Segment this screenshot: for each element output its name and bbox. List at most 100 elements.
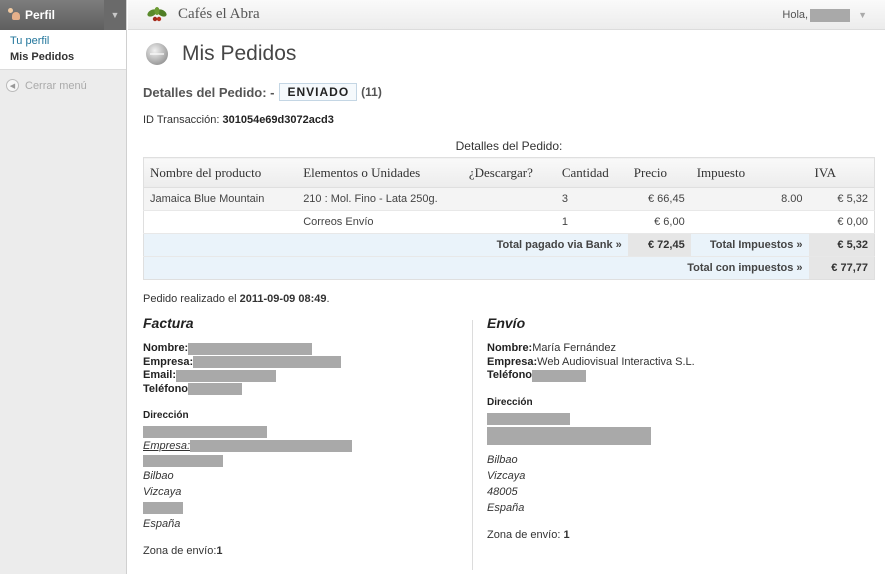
- placed-label: Pedido realizado el: [143, 293, 237, 305]
- shipping-title: Envío: [487, 315, 526, 331]
- address-columns: Factura Nombre: Empresa: Email: Teléfono…: [143, 315, 875, 574]
- redacted-username: [810, 8, 851, 22]
- table-cell: 8.00: [690, 187, 809, 211]
- table-header-row: Nombre del producto Elementos o Unidades…: [143, 157, 875, 188]
- top-admin-bar: Cafés el Abra Hola, ▼: [128, 0, 885, 30]
- menu-toggle-arrow-icon[interactable]: ▼: [104, 0, 126, 30]
- zone-label: Zona de envío:: [487, 528, 561, 541]
- billing-title: Factura: [143, 315, 194, 331]
- table-cell: [462, 187, 556, 211]
- billing-address-label: Dirección: [143, 410, 189, 421]
- zone-value: 1: [563, 528, 570, 541]
- billing-section: Factura Nombre: Empresa: Email: Teléfono…: [143, 315, 463, 557]
- sidebar-menu-profile[interactable]: Perfil ▼: [0, 0, 126, 30]
- redacted-value: [143, 502, 183, 514]
- table-row: Correos Envío 1 € 6,00 € 0,00: [143, 210, 875, 234]
- field-label: Nombre:: [143, 342, 189, 354]
- total-paid-value: € 72,45: [627, 233, 691, 257]
- field-label: Teléfono: [143, 382, 189, 395]
- billing-company-line: Empresa:: [143, 438, 463, 454]
- shipping-phone-field: Teléfono: [487, 369, 847, 383]
- zone-label: Zona de envío:: [143, 545, 217, 557]
- status-badge: ENVIADO: [279, 83, 358, 101]
- billing-phone-field: Teléfono: [143, 383, 463, 397]
- redacted-value: [190, 440, 353, 452]
- redacted-value: [487, 426, 651, 445]
- redacted-value: [188, 383, 243, 396]
- billing-email-field: Email:: [143, 369, 463, 383]
- shipping-company-field: Empresa: Web Audiovisual Interactiva S.L.: [487, 356, 847, 370]
- column-header: Elementos o Unidades: [297, 157, 463, 188]
- shipping-zone: Zona de envío: 1: [487, 529, 847, 541]
- column-header: ¿Descargar?: [462, 157, 556, 188]
- transaction-id-line: ID Transacción: 301054e69d3072acd3: [143, 114, 875, 126]
- sidebar-item-mis-pedidos[interactable]: Mis Pedidos: [0, 49, 126, 65]
- order-details-heading: Detalles del Pedido: - ENVIADO (11): [143, 83, 875, 101]
- shipping-city: Bilbao: [487, 453, 518, 466]
- page-title: Mis Pedidos: [182, 42, 297, 65]
- company-line-label: Empresa:: [143, 440, 191, 452]
- table-caption: Detalles del Pedido:: [455, 139, 563, 153]
- placed-date: 2011-09-09 08:49: [239, 293, 327, 305]
- main-content: Mis Pedidos Detalles del Pedido: - ENVIA…: [143, 30, 875, 574]
- field-label: Email:: [143, 369, 177, 381]
- billing-zone: Zona de envío:1: [143, 545, 463, 557]
- chevron-down-icon[interactable]: ▼: [858, 10, 867, 20]
- table-cell: 3: [555, 187, 628, 211]
- transaction-id: 301054e69d3072acd3: [222, 114, 334, 126]
- total-tax-value: € 5,32: [808, 233, 875, 257]
- table-cell: € 66,45: [627, 187, 691, 211]
- column-header: Cantidad: [555, 157, 628, 188]
- table-cell: [690, 210, 809, 234]
- transaction-label: ID Transacción:: [143, 114, 220, 126]
- shipping-province: Vizcaya: [487, 469, 526, 482]
- redacted-value: [176, 369, 277, 382]
- redacted-value: [143, 455, 223, 467]
- order-items-table: Nombre del producto Elementos o Unidades…: [143, 157, 875, 280]
- sidebar-header-label: Perfil: [25, 8, 56, 22]
- page-header: Mis Pedidos: [143, 32, 875, 76]
- table-cell: € 6,00: [627, 210, 691, 234]
- sidebar-item-tu-perfil[interactable]: Tu perfil: [0, 33, 126, 49]
- user-greeting[interactable]: Hola, ▼: [782, 0, 867, 30]
- grand-total-value: € 77,77: [808, 256, 875, 280]
- order-count: (11): [361, 85, 382, 99]
- shipping-country: España: [487, 501, 525, 514]
- zone-value: 1: [216, 545, 223, 557]
- collapse-menu-label: Cerrar menú: [25, 79, 87, 92]
- billing-address-line: [143, 425, 463, 438]
- field-label: Nombre:: [487, 342, 533, 354]
- field-value: Web Audiovisual Interactiva S.L.: [537, 355, 695, 368]
- redacted-value: [532, 369, 587, 382]
- column-header: IVA: [808, 157, 875, 188]
- totals-row-grand: Total con impuestos » € 77,77: [143, 256, 875, 280]
- total-paid-label: Total pagado via Bank »: [143, 233, 628, 257]
- totals-row-paid: Total pagado via Bank » € 72,45 Total Im…: [143, 233, 875, 257]
- field-value: María Fernández: [532, 342, 616, 354]
- placed-suffix: .: [326, 293, 330, 305]
- shipping-address-line: [487, 426, 847, 446]
- billing-name-field: Nombre:: [143, 342, 463, 356]
- field-label: Empresa:: [143, 355, 194, 368]
- column-header: Nombre del producto: [143, 157, 298, 188]
- collapse-menu-button[interactable]: ◀ Cerrar menú: [0, 70, 126, 101]
- table-cell: 210 : Mol. Fino - Lata 250g.: [297, 187, 463, 211]
- column-header: Precio: [627, 157, 691, 188]
- site-title[interactable]: Cafés el Abra: [178, 6, 260, 23]
- total-tax-label: Total Impuestos »: [690, 233, 809, 257]
- redacted-value: [193, 356, 342, 369]
- shipping-postcode: 48005: [487, 485, 518, 498]
- field-label: Teléfono: [487, 369, 533, 381]
- grand-total-label: Total con impuestos »: [143, 256, 809, 280]
- table-row: Jamaica Blue Mountain 210 : Mol. Fino - …: [143, 187, 875, 211]
- greeting-label: Hola,: [782, 9, 809, 21]
- shipping-address-label: Dirección: [487, 396, 533, 408]
- shipping-name-field: Nombre: María Fernández: [487, 342, 847, 356]
- globe-icon: [146, 43, 168, 65]
- redacted-value: [188, 342, 313, 355]
- column-divider: [472, 320, 473, 570]
- order-details-label: Detalles del Pedido: -: [143, 84, 275, 100]
- table-cell: Jamaica Blue Mountain: [143, 187, 298, 211]
- table-cell: [462, 210, 556, 234]
- billing-city: Bilbao: [143, 470, 174, 482]
